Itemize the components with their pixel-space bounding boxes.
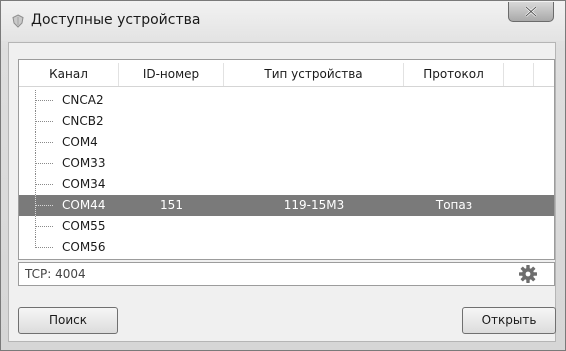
cell-id: 151 [160, 198, 183, 212]
table-header: Канал ID-номер Тип устройства Протокол [19, 63, 554, 87]
close-icon [525, 6, 537, 17]
cell-channel: COM44 [62, 198, 106, 212]
device-tree-table[interactable]: Канал ID-номер Тип устройства Протокол C… [18, 59, 555, 260]
table-row[interactable]: COM56 [19, 237, 554, 258]
search-button[interactable]: Поиск [18, 307, 118, 334]
table-row[interactable]: COM34 [19, 174, 554, 195]
shield-icon [12, 14, 24, 28]
tree-branch-line [35, 90, 55, 111]
cell-channel: COM34 [62, 177, 106, 191]
table-row[interactable]: COM4 [19, 132, 554, 153]
table-row[interactable]: CNCA2 [19, 90, 554, 111]
cell-channel: COM33 [62, 156, 106, 170]
tree-branch-line [35, 174, 55, 195]
column-header-channel[interactable]: Канал [19, 63, 119, 86]
table-row[interactable]: COM55 [19, 216, 554, 237]
column-header-type[interactable]: Тип устройства [224, 63, 404, 86]
cell-channel: CNCB2 [62, 114, 104, 128]
tree-branch-line [35, 153, 55, 174]
cell-device-type: 119-15М3 [283, 198, 345, 212]
cell-channel: CNCA2 [62, 93, 104, 107]
column-header-id[interactable]: ID-номер [119, 63, 224, 86]
tree-branch-line [35, 237, 55, 258]
tree-branch-line [35, 132, 55, 153]
window-title: Доступные устройства [31, 12, 201, 28]
cell-protocol: Топаз [435, 198, 473, 212]
column-header-extra[interactable] [504, 63, 534, 86]
cell-channel: COM55 [62, 219, 106, 233]
tcp-port-text: TCP: 4004 [25, 267, 86, 281]
column-header-protocol[interactable]: Протокол [404, 63, 504, 86]
tree-branch-line [35, 111, 55, 132]
title-bar[interactable]: Доступные устройства [1, 1, 565, 41]
open-button[interactable]: Открыть [462, 307, 556, 334]
cell-channel: COM4 [62, 135, 98, 149]
table-row[interactable]: COM33 [19, 153, 554, 174]
connection-status-field[interactable]: TCP: 4004 [18, 262, 555, 286]
close-button[interactable] [508, 2, 554, 22]
gear-icon[interactable] [518, 264, 538, 284]
table-row-selected[interactable]: COM44 151 119-15М3 Топаз [19, 195, 554, 216]
tree-branch-line [35, 195, 55, 216]
table-row[interactable]: CNCB2 [19, 111, 554, 132]
cell-channel: COM56 [62, 240, 106, 254]
tree-branch-line [35, 216, 55, 237]
